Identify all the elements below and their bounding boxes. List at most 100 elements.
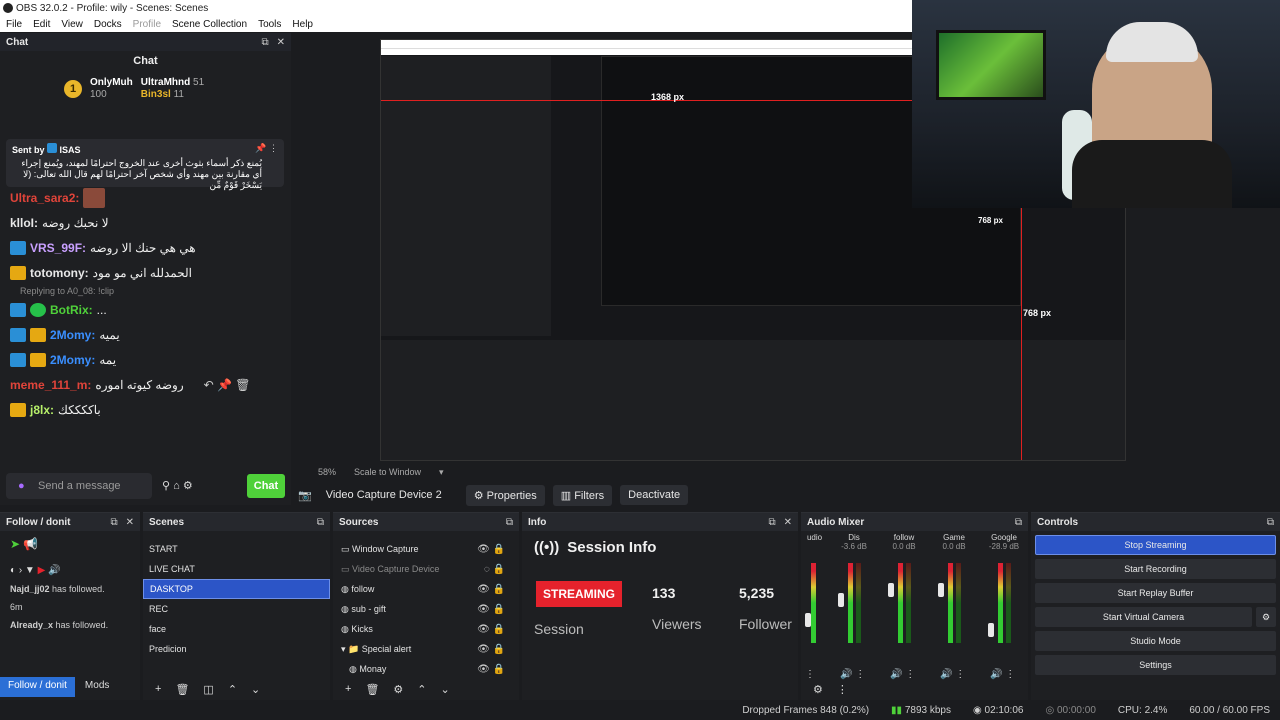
scene-item[interactable]: LIVE CHAT: [143, 559, 330, 579]
chat-line[interactable]: 2Momy: يميه: [0, 322, 291, 347]
chevron-up-icon[interactable]: ⌃: [228, 683, 237, 696]
volume-fader[interactable]: [805, 613, 811, 627]
scene-item[interactable]: START: [143, 539, 330, 559]
visibility-lock-icon[interactable]: 👁 🔒: [477, 544, 505, 555]
filter-icon[interactable]: ◫: [203, 683, 213, 696]
chat-line[interactable]: VRS_99F: هي هي حنك الا روضه: [0, 235, 291, 260]
undock-icon[interactable]: ⧉: [1267, 517, 1274, 528]
undock-icon[interactable]: ⧉: [317, 517, 324, 528]
menu-docks[interactable]: Docks: [94, 19, 122, 30]
scene-item[interactable]: REC: [143, 599, 330, 619]
chat-line[interactable]: BotRix: ...: [0, 297, 291, 322]
close-icon[interactable]: ✕: [277, 37, 285, 48]
source-item[interactable]: ◍ Monay 👁 🔒: [333, 659, 519, 679]
visibility-lock-icon[interactable]: 👁 🔒: [477, 604, 505, 615]
start-replay-buffer-button[interactable]: Start Replay Buffer: [1035, 583, 1276, 603]
filters-button[interactable]: ▥ Filters: [552, 484, 613, 506]
chevron-down-icon[interactable]: ⌄: [251, 683, 260, 696]
undock-icon[interactable]: ⧉: [506, 517, 513, 528]
chevron-down-icon[interactable]: ▾: [439, 467, 444, 478]
source-item[interactable]: ◍ follow 👁 🔒: [333, 579, 519, 599]
message-actions-icon[interactable]: ↶ 📌 🗑: [204, 378, 251, 392]
gear-icon[interactable]: ⚙: [393, 683, 403, 696]
pinned-message[interactable]: Sent by ISAS 📌 ⋮ يُمنع ذكر أسماء بثوث أخ…: [6, 139, 284, 190]
volume-fader[interactable]: [838, 593, 845, 607]
add-icon[interactable]: +: [155, 683, 161, 695]
studio-mode-button[interactable]: Studio Mode: [1035, 631, 1276, 651]
speaker-icon[interactable]: 🔊 ⋮: [940, 669, 965, 680]
chat-line[interactable]: 2Momy: يمه: [0, 347, 291, 372]
chat-username[interactable]: j8lx:: [30, 403, 54, 417]
scene-item[interactable]: face: [143, 619, 330, 639]
chat-line[interactable]: klloI: لا نحبك روضه: [0, 210, 291, 235]
speaker-icon[interactable]: 🔊 ⋮: [990, 669, 1015, 680]
chevron-up-icon[interactable]: ⌃: [417, 683, 426, 696]
gear-icon[interactable]: ⚙: [1256, 607, 1276, 627]
send-icon[interactable]: ➤ 📢: [10, 537, 130, 551]
scene-item[interactable]: Predicion: [143, 639, 330, 659]
tab-mods[interactable]: Mods: [77, 677, 117, 697]
menu-scene-collection[interactable]: Scene Collection: [172, 19, 247, 30]
volume-fader[interactable]: [888, 583, 895, 597]
source-item[interactable]: ▭ Video Capture Device ◌ 🔒: [333, 559, 519, 579]
pin-icon[interactable]: 📌 ⋮: [255, 143, 278, 154]
deactivate-button[interactable]: Deactivate: [620, 485, 689, 505]
playback-controls-icon[interactable]: ◐ › ▼ ▶ 🔊: [10, 565, 130, 576]
start-virtual-camera-button[interactable]: Start Virtual Camera: [1035, 607, 1252, 627]
menu-profile[interactable]: Profile: [133, 19, 161, 30]
visibility-lock-icon[interactable]: ◌ 🔒: [484, 564, 505, 575]
chat-line[interactable]: meme_111_m: روضه كيوته اموره ↶ 📌 🗑: [0, 372, 291, 397]
menu-help[interactable]: Help: [292, 19, 313, 30]
chat-line[interactable]: j8lx: باككككك: [0, 397, 291, 422]
close-icon[interactable]: ✕: [784, 517, 792, 528]
trash-icon[interactable]: 🗑: [175, 683, 189, 696]
visibility-lock-icon[interactable]: 👁 🔒: [477, 664, 505, 675]
chat-tools-icon[interactable]: ⚲ ⌂ ⚙: [162, 479, 193, 492]
undock-icon[interactable]: ⧉: [1015, 517, 1022, 528]
chat-line[interactable]: Ultra_sara2:: [0, 185, 291, 210]
volume-fader[interactable]: [988, 623, 994, 637]
volume-fader[interactable]: [938, 583, 945, 597]
undock-icon[interactable]: ⧉: [110, 517, 117, 528]
scene-item-selected[interactable]: DASKTOP: [143, 579, 330, 599]
chat-username[interactable]: VRS_99F:: [30, 241, 86, 255]
add-icon[interactable]: +: [345, 683, 351, 695]
speaker-icon[interactable]: 🔊 ⋮: [890, 669, 915, 680]
undock-icon[interactable]: ⧉: [768, 517, 775, 528]
source-group[interactable]: ▾ 📁 Special alert 👁 🔒: [333, 639, 519, 659]
stop-streaming-button[interactable]: Stop Streaming: [1035, 535, 1276, 555]
properties-button[interactable]: ⚙ Properties: [465, 484, 545, 506]
chat-line[interactable]: totomony: الحمدلله اني مو مود: [0, 260, 291, 285]
chat-username[interactable]: 2Momy:: [50, 353, 95, 367]
zoom-level[interactable]: 58%: [318, 467, 336, 477]
trash-icon[interactable]: 🗑: [365, 683, 379, 696]
chat-send-button[interactable]: Chat: [247, 474, 285, 498]
source-item[interactable]: ◍ Kicks 👁 🔒: [333, 619, 519, 639]
gear-icon[interactable]: ⚙: [813, 683, 823, 696]
menu-dots-icon[interactable]: ⋮: [837, 683, 848, 696]
menu-tools[interactable]: Tools: [258, 19, 281, 30]
chat-username[interactable]: Ultra_sara2:: [10, 191, 79, 205]
scale-select[interactable]: Scale to Window: [354, 467, 421, 477]
tab-follow-donit[interactable]: Follow / donit: [0, 677, 75, 697]
chat-username[interactable]: totomony:: [30, 266, 89, 280]
chat-username[interactable]: 2Momy:: [50, 328, 95, 342]
menu-edit[interactable]: Edit: [33, 19, 50, 30]
chat-username[interactable]: meme_111_m:: [10, 378, 91, 392]
start-recording-button[interactable]: Start Recording: [1035, 559, 1276, 579]
mic-icon[interactable]: ●: [18, 480, 25, 492]
close-icon[interactable]: ✕: [126, 517, 134, 528]
chat-username[interactable]: klloI:: [10, 216, 38, 230]
menu-view[interactable]: View: [61, 19, 83, 30]
chat-username[interactable]: BotRix:: [50, 303, 93, 317]
source-item[interactable]: ◍ sub - gift 👁 🔒: [333, 599, 519, 619]
chat-input[interactable]: ● Send a message: [6, 473, 152, 499]
undock-icon[interactable]: ⧉: [261, 37, 268, 48]
visibility-lock-icon[interactable]: 👁 🔒: [477, 584, 505, 595]
chevron-down-icon[interactable]: ⌄: [441, 683, 450, 696]
visibility-lock-icon[interactable]: 👁 🔒: [477, 644, 505, 655]
menu-file[interactable]: File: [6, 19, 22, 30]
visibility-lock-icon[interactable]: 👁 🔒: [477, 624, 505, 635]
settings-button[interactable]: Settings: [1035, 655, 1276, 675]
source-item[interactable]: ▭ Window Capture 👁 🔒: [333, 539, 519, 559]
